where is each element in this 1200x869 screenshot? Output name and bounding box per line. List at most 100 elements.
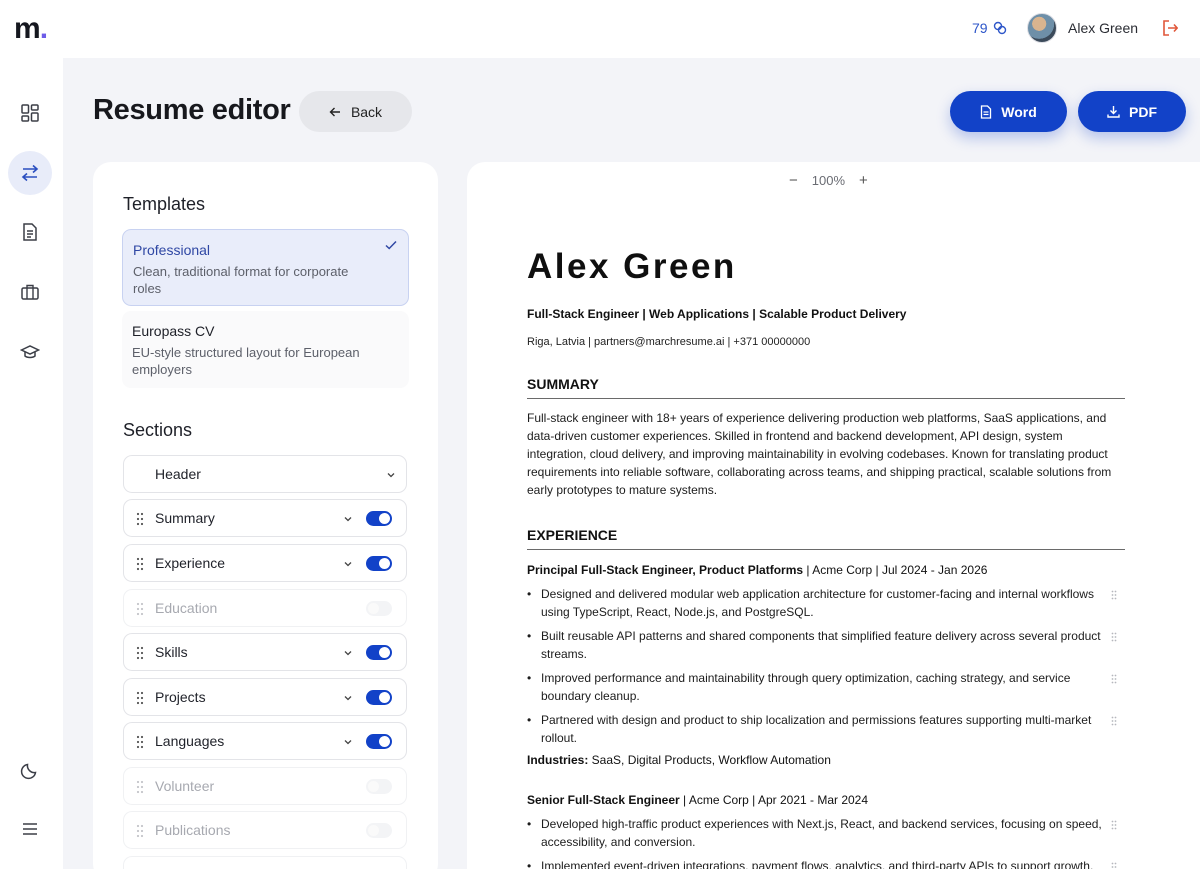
job-title-line[interactable]: Senior Full-Stack Engineer | Acme Corp |…: [527, 793, 1125, 807]
section-label: Projects: [155, 689, 206, 705]
section-label: Publications: [155, 822, 231, 838]
avatar[interactable]: [1027, 13, 1057, 43]
drag-handle-icon[interactable]: [136, 602, 144, 616]
drag-handle-icon[interactable]: [136, 557, 144, 571]
drag-handle-icon[interactable]: [1111, 674, 1117, 684]
drag-handle-icon[interactable]: [136, 735, 144, 749]
job-bullets: Developed high-traffic product experienc…: [527, 815, 1125, 869]
section-toggle[interactable]: [366, 645, 392, 660]
job-title: Principal Full-Stack Engineer, Product P…: [527, 563, 804, 577]
editor-sidebar: Templates Professional Clean, traditiona…: [93, 162, 438, 869]
summary-heading: SUMMARY: [527, 376, 1125, 399]
bullet-item[interactable]: Partnered with design and product to shi…: [527, 711, 1117, 747]
side-nav: [0, 58, 63, 869]
menu-button[interactable]: [8, 807, 52, 851]
download-pdf-button[interactable]: PDF: [1078, 91, 1186, 132]
section-row-summary[interactable]: Summary: [123, 499, 407, 537]
section-row-partial[interactable]: [123, 856, 407, 869]
job-industries[interactable]: Industries: SaaS, Digital Products, Work…: [527, 753, 1125, 767]
resume-name[interactable]: Alex Green: [527, 247, 1125, 287]
swap-icon: [21, 164, 39, 182]
section-toggle[interactable]: [366, 511, 392, 526]
section-row-languages[interactable]: Languages: [123, 722, 407, 760]
bullet-item[interactable]: Improved performance and maintainability…: [527, 669, 1117, 705]
zoom-controls: − 100% +: [789, 172, 868, 189]
drag-handle-icon[interactable]: [1111, 716, 1117, 726]
back-label: Back: [350, 103, 383, 120]
chevron-down-icon[interactable]: [342, 558, 354, 570]
nav-resume-editor[interactable]: [8, 151, 52, 195]
download-icon: [1107, 106, 1120, 118]
section-toggle[interactable]: [366, 690, 392, 705]
chevron-down-icon[interactable]: [342, 692, 354, 704]
credits-counter[interactable]: 79: [972, 20, 1008, 36]
logout-icon[interactable]: [1162, 19, 1178, 37]
section-row-experience[interactable]: Experience: [123, 544, 407, 582]
credits-value: 79: [972, 20, 988, 36]
job-meta: | Acme Corp | Apr 2021 - Mar 2024: [679, 793, 869, 807]
chevron-down-icon[interactable]: [342, 647, 354, 659]
drag-handle-icon[interactable]: [1111, 862, 1117, 869]
job-title-line[interactable]: Principal Full-Stack Engineer, Product P…: [527, 563, 1125, 577]
drag-handle-icon[interactable]: [136, 512, 144, 526]
summary-text[interactable]: Full-stack engineer with 18+ years of ex…: [527, 409, 1125, 499]
section-row-publications[interactable]: Publications: [123, 811, 407, 849]
briefcase-icon: [21, 284, 39, 300]
resume-headline[interactable]: Full-Stack Engineer | Web Applications |…: [527, 307, 1125, 321]
theme-toggle[interactable]: [8, 748, 52, 792]
section-toggle[interactable]: [366, 823, 392, 838]
bullet-item[interactable]: Built reusable API patterns and shared c…: [527, 627, 1117, 663]
template-description: EU-style structured layout for European …: [132, 345, 360, 377]
pdf-label: PDF: [1129, 103, 1157, 120]
section-row-projects[interactable]: Projects: [123, 678, 407, 716]
section-row-education[interactable]: Education: [123, 589, 407, 627]
drag-handle-icon[interactable]: [136, 691, 144, 705]
section-toggle[interactable]: [366, 601, 392, 616]
experience-heading: EXPERIENCE: [527, 527, 1125, 550]
nav-documents[interactable]: [8, 210, 52, 254]
download-word-button[interactable]: Word: [950, 91, 1067, 132]
menu-icon: [23, 823, 37, 835]
drag-handle-icon[interactable]: [136, 780, 144, 794]
section-label: Header: [155, 466, 201, 482]
chevron-down-icon[interactable]: [385, 469, 397, 481]
zoom-out-button[interactable]: −: [789, 172, 798, 189]
resume-document[interactable]: Alex Green Full-Stack Engineer | Web App…: [527, 247, 1125, 869]
chevron-down-icon[interactable]: [342, 513, 354, 525]
app-logo[interactable]: m.: [14, 12, 48, 46]
nav-dashboard[interactable]: [8, 91, 52, 135]
section-label: Summary: [155, 510, 215, 526]
job-title: Senior Full-Stack Engineer: [527, 793, 680, 807]
bullet-item[interactable]: Developed high-traffic product experienc…: [527, 815, 1117, 851]
drag-handle-icon[interactable]: [1111, 820, 1117, 830]
section-row-volunteer[interactable]: Volunteer: [123, 767, 407, 805]
resume-contact[interactable]: Riga, Latvia | partners@marchresume.ai |…: [527, 336, 1125, 348]
back-button[interactable]: Back: [299, 91, 412, 132]
section-toggle[interactable]: [366, 556, 392, 571]
template-europass[interactable]: Europass CV EU-style structured layout f…: [122, 311, 409, 388]
section-toggle[interactable]: [366, 734, 392, 749]
resume-preview: − 100% + Alex Green Full-Stack Engineer …: [467, 162, 1200, 869]
bullet-item[interactable]: Designed and delivered modular web appli…: [527, 585, 1117, 621]
file-icon: [981, 104, 992, 119]
section-toggle[interactable]: [366, 779, 392, 794]
bullet-item[interactable]: Implemented event-driven integrations, p…: [527, 857, 1117, 869]
word-label: Word: [1001, 103, 1037, 120]
section-label: Experience: [155, 555, 226, 571]
section-row-header[interactable]: Header: [123, 455, 407, 493]
drag-handle-icon[interactable]: [136, 646, 144, 660]
drag-handle-icon[interactable]: [1111, 590, 1117, 600]
industries-label: Industries:: [527, 753, 589, 767]
graduation-cap-icon: [20, 345, 40, 359]
drag-handle-icon[interactable]: [136, 824, 144, 838]
zoom-in-button[interactable]: +: [859, 172, 868, 189]
drag-handle-icon[interactable]: [1111, 632, 1117, 642]
nav-jobs[interactable]: [8, 270, 52, 314]
nav-education[interactable]: [8, 330, 52, 374]
user-name[interactable]: Alex Green: [1068, 20, 1138, 36]
top-bar: m. 79 Alex Green: [0, 0, 1200, 58]
chevron-down-icon[interactable]: [342, 736, 354, 748]
template-professional[interactable]: Professional Clean, traditional format f…: [122, 229, 409, 306]
section-row-skills[interactable]: Skills: [123, 633, 407, 671]
zoom-level: 100%: [811, 173, 846, 188]
